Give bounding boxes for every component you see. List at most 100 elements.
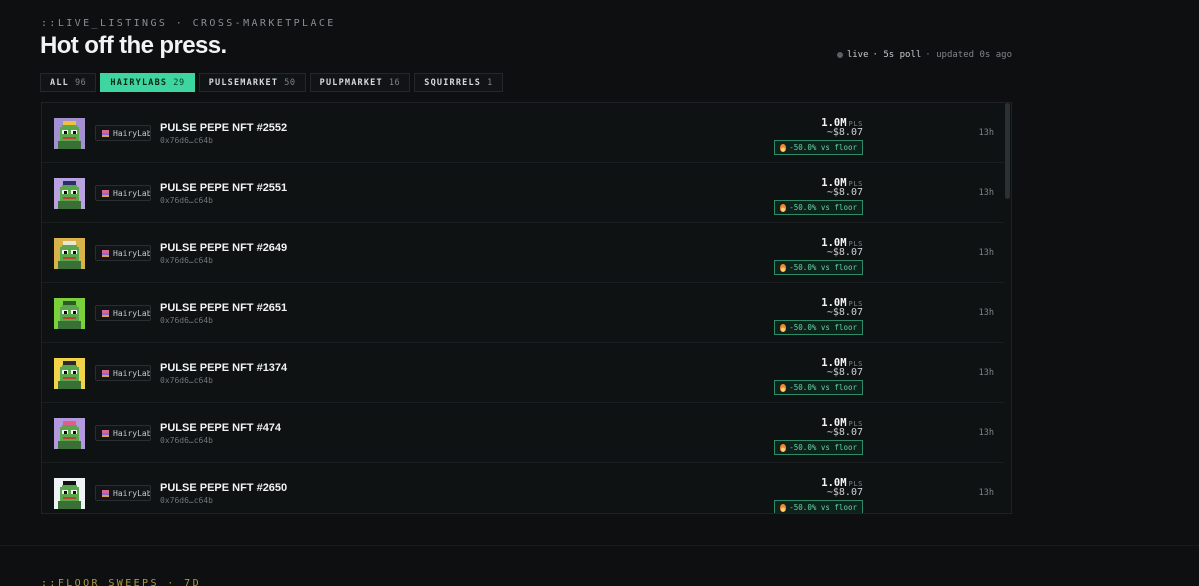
price-usd: ~$8.07	[826, 367, 863, 378]
floor-delta-badge: -50.0% vs floor	[774, 260, 863, 275]
listing-row[interactable]: HairyLabs PULSE PEPE NFT #2551 0x76d6…c6…	[42, 163, 1004, 223]
listing-row[interactable]: HairyLabs PULSE PEPE NFT #2552 0x76d6…c6…	[42, 103, 1004, 163]
tab-count: 50	[284, 77, 296, 88]
floor-delta-badge: -50.0% vs floor	[774, 140, 863, 155]
pepe-avatar-icon	[54, 358, 85, 389]
marketplace-label: HairyLabs	[113, 308, 150, 318]
nft-name[interactable]: PULSE PEPE NFT #1374	[160, 362, 287, 374]
pepe-avatar-icon	[54, 298, 85, 329]
marketplace-label: HairyLabs	[113, 128, 150, 138]
listing-age: 13h	[978, 308, 994, 318]
fire-icon	[780, 143, 787, 152]
marketplace-chip[interactable]: HairyLabs	[95, 245, 151, 261]
marketplace-chip[interactable]: HairyLabs	[95, 185, 151, 201]
tab-label: ALL	[50, 77, 69, 88]
nft-name[interactable]: PULSE PEPE NFT #474	[160, 422, 281, 434]
contract-address: 0x76d6…c64b	[160, 196, 213, 205]
tab-squirrels[interactable]: SQUIRRELS 1	[414, 73, 503, 92]
tab-count: 1	[487, 77, 493, 88]
nft-thumbnail[interactable]	[54, 238, 85, 269]
marketplace-chip[interactable]: HairyLabs	[95, 485, 151, 501]
status-live-label: live	[846, 50, 869, 60]
contract-address: 0x76d6…c64b	[160, 256, 213, 265]
tab-count: 96	[74, 77, 87, 88]
nft-thumbnail[interactable]	[54, 358, 85, 389]
section-divider	[0, 545, 1199, 546]
listing-row[interactable]: HairyLabs PULSE PEPE NFT #2649 0x76d6…c6…	[42, 223, 1004, 283]
listings-panel[interactable]: HairyLabs PULSE PEPE NFT #2552 0x76d6…c6…	[41, 102, 1012, 514]
listing-row[interactable]: HairyLabs PULSE PEPE NFT #1374 0x76d6…c6…	[42, 343, 1004, 403]
floor-delta-text: -50.0% vs floor	[789, 503, 857, 512]
marketplace-tabs: ALL 96 HAIRYLABS 29 PULSEMARKET 50 PULPM…	[40, 73, 503, 92]
tab-label: HAIRYLABS	[110, 77, 168, 88]
contract-address: 0x76d6…c64b	[160, 316, 213, 325]
listing-row[interactable]: HairyLabs PULSE PEPE NFT #2650 0x76d6…c6…	[42, 463, 1004, 513]
price-usd: ~$8.07	[826, 427, 863, 438]
status-poll-label: · 5s poll	[872, 50, 922, 60]
nft-thumbnail[interactable]	[54, 478, 85, 509]
tab-pulpmarket[interactable]: PULPMARKET 16	[309, 73, 411, 92]
next-section-eyebrow: ::FLOOR_SWEEPS · 7D	[41, 578, 201, 586]
listing-row[interactable]: HairyLabs PULSE PEPE NFT #474 0x76d6…c64…	[42, 403, 1004, 463]
floor-delta-text: -50.0% vs floor	[789, 203, 857, 212]
listing-row[interactable]: HairyLabs PULSE PEPE NFT #2651 0x76d6…c6…	[42, 283, 1004, 343]
tab-label: PULPMARKET	[319, 77, 383, 88]
marketplace-label: HairyLabs	[113, 368, 150, 378]
nft-name[interactable]: PULSE PEPE NFT #2650	[160, 482, 287, 494]
floor-delta-text: -50.0% vs floor	[789, 383, 857, 392]
listing-age: 13h	[978, 488, 994, 498]
hairylabs-logo-icon	[102, 129, 109, 137]
floor-delta-text: -50.0% vs floor	[789, 143, 857, 152]
hairylabs-logo-icon	[102, 489, 109, 497]
tab-label: SQUIRRELS	[424, 77, 482, 88]
pepe-avatar-icon	[54, 238, 85, 269]
floor-delta-badge: -50.0% vs floor	[774, 440, 863, 455]
pepe-avatar-icon	[54, 478, 85, 509]
status-updated-label: · updated 0s ago	[925, 50, 1012, 60]
marketplace-chip[interactable]: HairyLabs	[95, 305, 151, 321]
floor-delta-text: -50.0% vs floor	[789, 323, 857, 332]
price-usd: ~$8.07	[826, 127, 863, 138]
floor-delta-badge: -50.0% vs floor	[774, 320, 863, 335]
hairylabs-logo-icon	[102, 189, 109, 197]
pepe-avatar-icon	[54, 118, 85, 149]
marketplace-chip[interactable]: HairyLabs	[95, 125, 151, 141]
listing-age: 13h	[978, 188, 994, 198]
listing-age: 13h	[978, 428, 994, 438]
live-status: live · 5s poll · updated 0s ago	[836, 50, 1012, 60]
contract-address: 0x76d6…c64b	[160, 136, 213, 145]
hairylabs-logo-icon	[102, 429, 109, 437]
marketplace-chip[interactable]: HairyLabs	[95, 365, 151, 381]
tab-hairylabs[interactable]: HAIRYLABS 29	[100, 73, 195, 92]
nft-name[interactable]: PULSE PEPE NFT #2651	[160, 302, 287, 314]
marketplace-label: HairyLabs	[113, 188, 150, 198]
pepe-avatar-icon	[54, 418, 85, 449]
listing-age: 13h	[978, 248, 994, 258]
listing-age: 13h	[978, 128, 994, 138]
nft-name[interactable]: PULSE PEPE NFT #2551	[160, 182, 287, 194]
floor-delta-badge: -50.0% vs floor	[774, 500, 863, 513]
nft-thumbnail[interactable]	[54, 178, 85, 209]
tab-count: 29	[173, 77, 185, 88]
marketplace-label: HairyLabs	[113, 428, 150, 438]
fire-icon	[780, 263, 787, 272]
live-listings-page: ::LIVE_LISTINGS · CROSS-MARKETPLACE Hot …	[0, 0, 1199, 586]
hairylabs-logo-icon	[102, 249, 109, 257]
floor-delta-badge: -50.0% vs floor	[774, 200, 863, 215]
fire-icon	[780, 203, 787, 212]
tab-pulsemarket[interactable]: PULSEMARKET 50	[198, 73, 306, 92]
nft-thumbnail[interactable]	[54, 418, 85, 449]
listing-age: 13h	[978, 368, 994, 378]
tab-label: PULSEMARKET	[208, 77, 279, 88]
marketplace-chip[interactable]: HairyLabs	[95, 425, 151, 441]
fire-icon	[780, 503, 787, 512]
nft-thumbnail[interactable]	[54, 298, 85, 329]
listings-scrollbar[interactable]	[1005, 103, 1010, 199]
contract-address: 0x76d6…c64b	[160, 496, 213, 505]
nft-name[interactable]: PULSE PEPE NFT #2552	[160, 122, 287, 134]
nft-name[interactable]: PULSE PEPE NFT #2649	[160, 242, 287, 254]
fire-icon	[780, 383, 787, 392]
nft-thumbnail[interactable]	[54, 118, 85, 149]
floor-delta-text: -50.0% vs floor	[789, 263, 857, 272]
tab-all[interactable]: ALL 96	[40, 73, 97, 92]
